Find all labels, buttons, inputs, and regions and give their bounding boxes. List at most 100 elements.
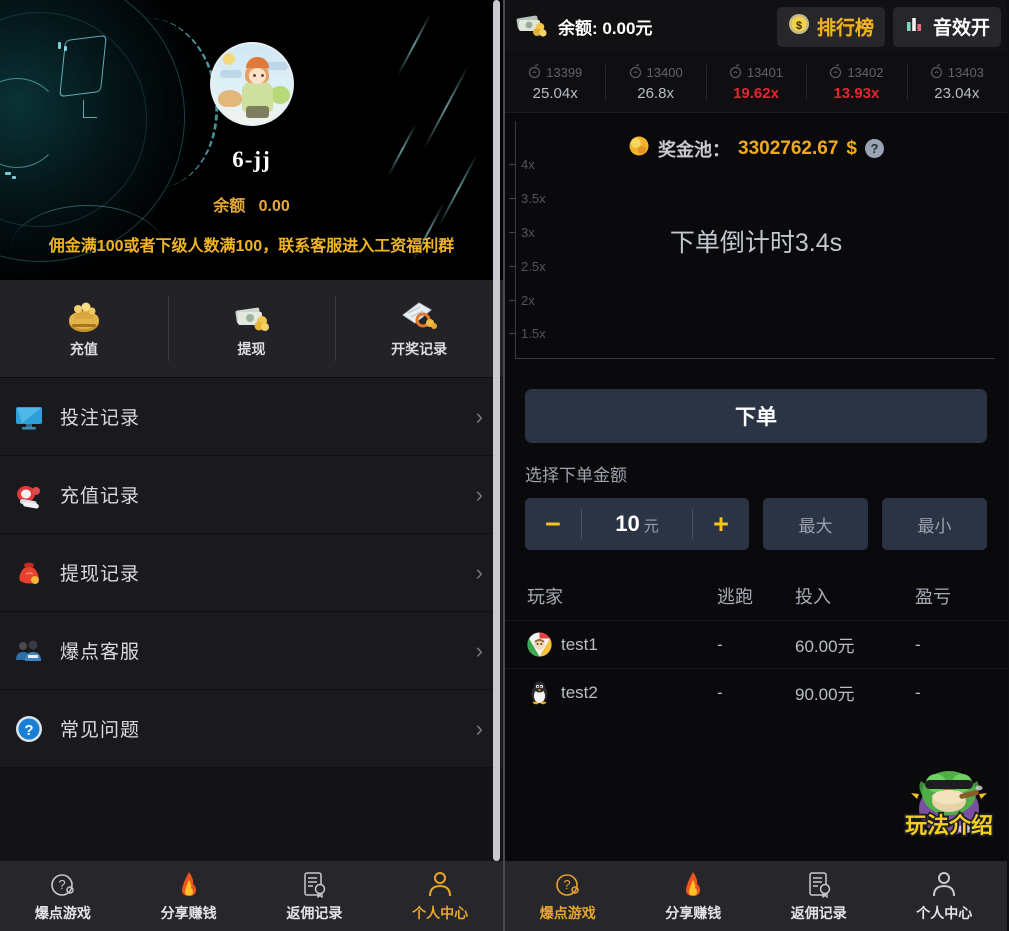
sound-toggle-button[interactable]: 音效开 bbox=[892, 6, 1001, 47]
balance-value: 0.00 bbox=[258, 198, 290, 215]
history-cell[interactable]: 13400 26.8x bbox=[605, 53, 705, 112]
round-multiplier: 23.04x bbox=[934, 84, 980, 102]
nav-item-share[interactable]: 分享赚钱 bbox=[126, 870, 252, 923]
money-bag-icon bbox=[64, 299, 104, 333]
menu-item-faq[interactable]: ? 常见问题 › bbox=[0, 690, 503, 768]
profile-panel: 6-jj 余额 0.00 佣金满100或者下级人数满100，联系客服进入工资福利… bbox=[0, 0, 505, 931]
player-name: test2 bbox=[561, 682, 598, 702]
tick-line bbox=[509, 164, 516, 165]
history-id-wrap: 13402 bbox=[829, 63, 884, 82]
prize-pool-label: 奖金池： bbox=[658, 139, 731, 160]
chart-ytick: 3.5x bbox=[509, 191, 546, 206]
place-bet-button[interactable]: 下单 bbox=[525, 389, 987, 443]
nav-label: 个人中心 bbox=[412, 904, 469, 921]
history-id-wrap: 13401 bbox=[729, 63, 784, 82]
multiplier-chart: 4x 3.5x 3x 2.5x 2x 1.5x 奖金池： 3302762.67 … bbox=[505, 113, 1007, 371]
bomb-icon bbox=[930, 63, 944, 82]
profile-nickname: 6-jj bbox=[232, 147, 271, 172]
leaderboard-button[interactable]: $ 排行榜 bbox=[776, 6, 885, 47]
monitor-icon bbox=[14, 402, 44, 432]
history-cell[interactable]: 13401 19.62x bbox=[705, 53, 806, 112]
prize-pool-help-icon[interactable]: ? bbox=[864, 139, 884, 158]
nav-item-game[interactable]: ? 爆点游戏 bbox=[0, 870, 126, 923]
round-id: 13403 bbox=[947, 65, 984, 80]
quick-action-label: 开奖记录 bbox=[391, 340, 448, 357]
bottom-navigation-right: ? 爆点游戏 分享赚钱 返佣记录 个人中心 bbox=[505, 861, 1007, 931]
tick-line bbox=[509, 300, 516, 301]
menu-item-bet-records[interactable]: 投注记录 › bbox=[0, 378, 503, 456]
profile-menu-list: 投注记录 › 充值记录 › 提现记录 › 爆点客服 › ? 常见问题 › bbox=[0, 378, 503, 768]
tick-line bbox=[509, 198, 516, 199]
bomb-icon bbox=[528, 63, 542, 82]
penguin-avatar-icon bbox=[527, 680, 552, 705]
equalizer-icon bbox=[904, 13, 926, 40]
menu-item-recharge-records[interactable]: 充值记录 › bbox=[0, 456, 503, 534]
nav-item-share[interactable]: 分享赚钱 bbox=[631, 870, 757, 923]
table-row[interactable]: test2 - 90.00元 - bbox=[505, 668, 1007, 716]
chrome-avatar-icon bbox=[527, 632, 552, 657]
decrease-amount-button[interactable]: − bbox=[525, 498, 581, 550]
history-id-wrap: 13403 bbox=[930, 63, 984, 82]
svg-text:?: ? bbox=[563, 877, 570, 892]
game-rules-mascot-button[interactable]: 玩法介绍 bbox=[903, 761, 995, 849]
increase-amount-button[interactable]: + bbox=[693, 498, 749, 550]
chart-ytick-label: 1.5x bbox=[521, 326, 546, 341]
history-cell[interactable]: 13402 13.93x bbox=[806, 53, 906, 112]
tick-line bbox=[509, 333, 516, 334]
round-multiplier: 19.62x bbox=[733, 84, 779, 102]
vertical-scrollbar[interactable] bbox=[493, 0, 500, 861]
nav-item-profile[interactable]: 个人中心 bbox=[882, 870, 1008, 923]
menu-item-customer-service[interactable]: 爆点客服 › bbox=[0, 612, 503, 690]
quick-action-withdraw[interactable]: 提现 bbox=[167, 280, 336, 377]
flee-cell: - bbox=[717, 682, 723, 702]
amount-selector-row: − 10 元 + 最大 最小 bbox=[525, 498, 987, 550]
customer-service-icon bbox=[14, 636, 44, 666]
countdown-text: 下单倒计时3.4s bbox=[669, 229, 843, 257]
nav-label: 爆点游戏 bbox=[34, 904, 91, 921]
history-id-wrap: 13399 bbox=[528, 63, 582, 82]
round-id: 13401 bbox=[746, 65, 784, 80]
quick-action-draw-record[interactable]: 开奖记录 bbox=[335, 280, 503, 377]
table-row[interactable]: test1 - 60.00元 - bbox=[505, 620, 1007, 668]
chart-ytick: 2x bbox=[509, 293, 535, 308]
nav-label: 个人中心 bbox=[916, 904, 973, 921]
column-header-flee: 逃跑 bbox=[717, 587, 753, 607]
profile-balance: 余额 0.00 bbox=[0, 192, 503, 216]
history-cell[interactable]: 13399 25.04x bbox=[505, 53, 605, 112]
round-multiplier: 25.04x bbox=[532, 84, 578, 102]
flame-icon bbox=[175, 870, 203, 898]
chart-ytick-label: 2.5x bbox=[521, 259, 546, 274]
lottery-record-icon bbox=[399, 299, 439, 333]
svg-text:?: ? bbox=[58, 877, 65, 892]
round-id: 13400 bbox=[646, 65, 683, 80]
wallet-balance: 余额: 0.00元 bbox=[515, 10, 769, 43]
nav-item-commission[interactable]: 返佣记录 bbox=[252, 870, 378, 923]
avatar-rock bbox=[217, 90, 242, 107]
avatar-cloud bbox=[219, 70, 242, 78]
amount-value[interactable]: 10 元 bbox=[582, 511, 692, 537]
avatar-bush bbox=[269, 86, 290, 104]
nav-item-game[interactable]: ? 爆点游戏 bbox=[505, 870, 631, 923]
avatar-sun bbox=[222, 53, 235, 65]
quick-action-recharge[interactable]: 充值 bbox=[0, 280, 168, 377]
history-id-wrap: 13400 bbox=[629, 63, 683, 82]
avatar[interactable] bbox=[209, 42, 294, 126]
balance-label: 余额 bbox=[213, 198, 246, 215]
nav-item-profile[interactable]: 个人中心 bbox=[377, 870, 503, 923]
min-amount-button[interactable]: 最小 bbox=[882, 498, 987, 550]
bomb-question-icon: ? bbox=[49, 870, 77, 898]
menu-item-withdraw-records[interactable]: 提现记录 › bbox=[0, 534, 503, 612]
hud-polygon bbox=[59, 34, 107, 98]
round-multiplier: 13.93x bbox=[833, 84, 880, 102]
svg-text:?: ? bbox=[24, 722, 33, 739]
column-header-profit: 盈亏 bbox=[915, 587, 951, 607]
nav-item-commission[interactable]: 返佣记录 bbox=[756, 870, 882, 923]
history-cell[interactable]: 13403 23.04x bbox=[906, 53, 1007, 112]
quick-actions-row: 充值 提现 开奖记录 bbox=[0, 280, 503, 378]
bomb-icon bbox=[729, 63, 743, 82]
max-amount-button[interactable]: 最大 bbox=[763, 498, 868, 550]
amount-section-title: 选择下单金额 bbox=[525, 466, 627, 485]
chevron-right-icon: › bbox=[475, 559, 483, 585]
menu-item-label: 常见问题 bbox=[60, 720, 141, 741]
chart-ytick: 1.5x bbox=[509, 326, 546, 341]
